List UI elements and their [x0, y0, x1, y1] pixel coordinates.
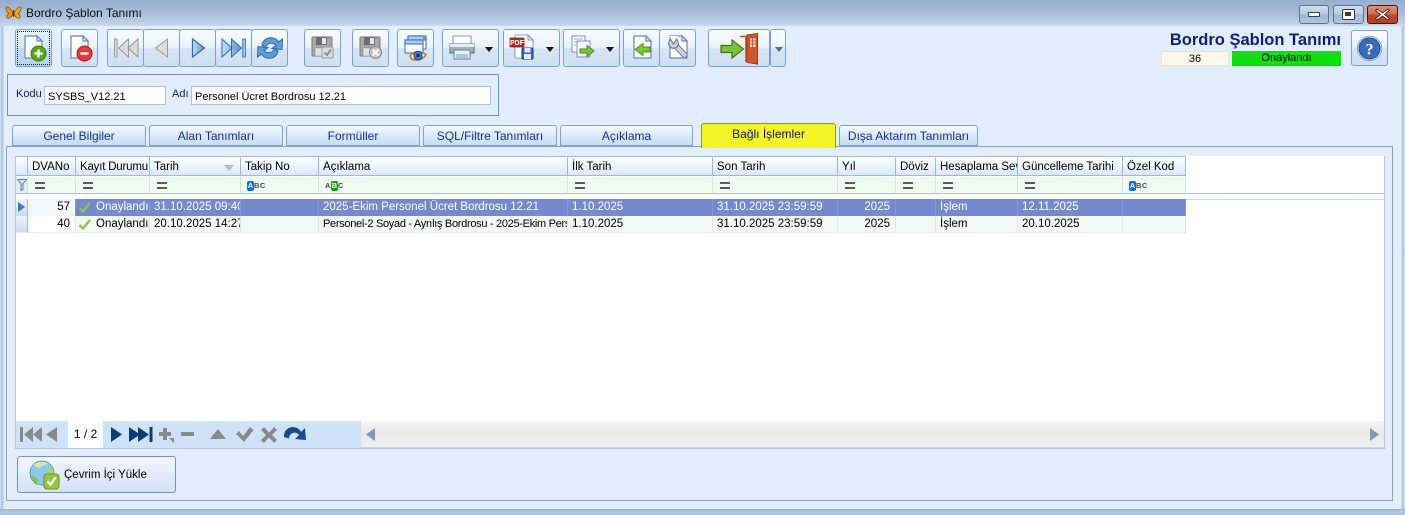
svg-text:PDF: PDF [510, 40, 525, 47]
svg-text:?: ? [1366, 42, 1374, 59]
